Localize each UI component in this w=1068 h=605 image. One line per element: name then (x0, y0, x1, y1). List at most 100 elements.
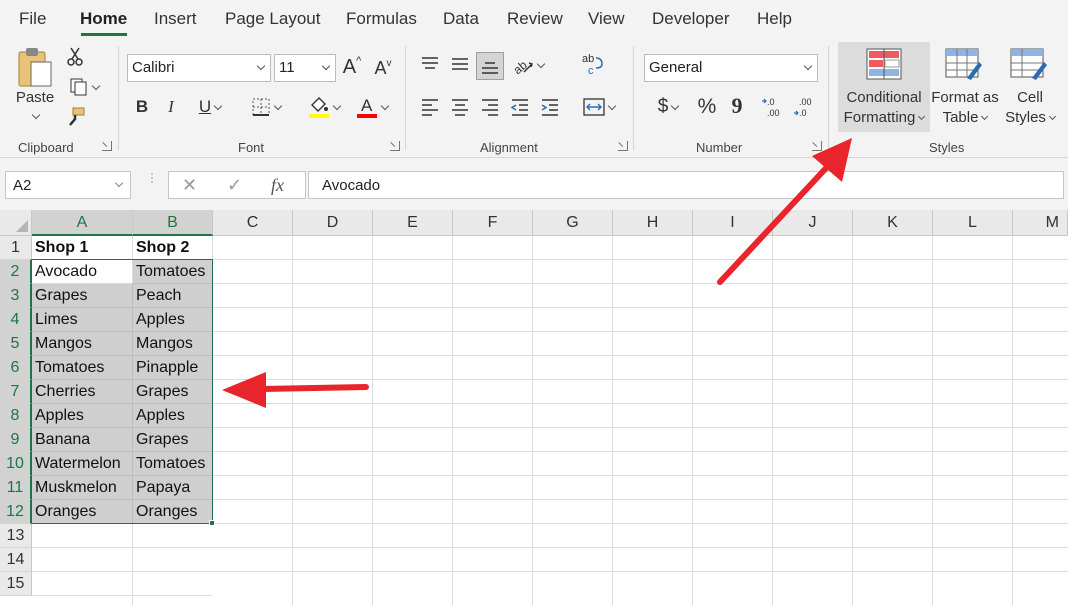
cell-b3[interactable]: Peach (133, 284, 213, 308)
format-painter-button[interactable] (64, 106, 86, 128)
increase-decimal-button[interactable]: .0.00 (760, 94, 786, 120)
row-header-8[interactable]: 8 (0, 404, 32, 428)
tab-view[interactable]: View (588, 9, 625, 29)
decrease-indent-button[interactable] (508, 94, 532, 120)
cell-a6[interactable]: Tomatoes (32, 356, 133, 380)
tab-home[interactable]: Home (80, 9, 127, 29)
row-header-13[interactable]: 13 (0, 524, 32, 548)
clipboard-launcher-icon[interactable] (102, 141, 112, 151)
top-align-button[interactable] (418, 52, 442, 76)
formula-input[interactable]: Avocado (308, 171, 1064, 199)
borders-button[interactable] (244, 94, 288, 120)
column-header-m[interactable]: M (1013, 210, 1068, 236)
conditional-formatting-button[interactable]: Conditional Formatting (838, 42, 930, 132)
cell-b11[interactable]: Papaya (133, 476, 213, 500)
row-header-4[interactable]: 4 (0, 308, 32, 332)
orientation-button[interactable]: ab (508, 52, 548, 78)
copy-button[interactable] (64, 76, 104, 98)
cell-a5[interactable]: Mangos (32, 332, 133, 356)
merge-center-button[interactable] (578, 94, 620, 120)
column-header-e[interactable]: E (373, 210, 453, 236)
row-header-14[interactable]: 14 (0, 548, 32, 572)
column-header-a[interactable]: A (32, 210, 133, 236)
cell-a11[interactable]: Muskmelon (32, 476, 133, 500)
cell-b12[interactable]: Oranges (133, 500, 213, 524)
font-launcher-icon[interactable] (390, 141, 400, 151)
column-header-b[interactable]: B (133, 210, 213, 236)
row-header-5[interactable]: 5 (0, 332, 32, 356)
column-header-l[interactable]: L (933, 210, 1013, 236)
column-header-c[interactable]: C (213, 210, 293, 236)
tab-formulas[interactable]: Formulas (346, 9, 417, 29)
row-header-11[interactable]: 11 (0, 476, 32, 500)
bottom-align-button[interactable] (476, 52, 504, 80)
tab-page-layout[interactable]: Page Layout (225, 9, 320, 29)
bold-button[interactable]: B (131, 94, 153, 120)
cell-styles-button[interactable]: Cell Styles (1000, 42, 1060, 132)
cell-a1[interactable]: Shop 1 (32, 236, 133, 260)
tab-insert[interactable]: Insert (154, 9, 197, 29)
cell-a2[interactable]: Avocado (32, 260, 133, 284)
row-header-10[interactable]: 10 (0, 452, 32, 476)
currency-button[interactable]: $ (648, 94, 688, 120)
cell-b8[interactable]: Apples (133, 404, 213, 428)
cell-a9[interactable]: Banana (32, 428, 133, 452)
row-header-6[interactable]: 6 (0, 356, 32, 380)
tab-file[interactable]: File (19, 9, 46, 29)
row-header-7[interactable]: 7 (0, 380, 32, 404)
cell-b4[interactable]: Apples (133, 308, 213, 332)
font-family-select[interactable]: Calibri (127, 54, 271, 82)
tab-developer[interactable]: Developer (652, 9, 730, 29)
cell-a8[interactable]: Apples (32, 404, 133, 428)
comma-style-button[interactable]: 9 (726, 92, 748, 120)
row-header-1[interactable]: 1 (0, 236, 32, 260)
cell-b5[interactable]: Mangos (133, 332, 213, 356)
cell-a7[interactable]: Cherries (32, 380, 133, 404)
tab-data[interactable]: Data (443, 9, 479, 29)
enter-icon[interactable]: ✓ (227, 175, 242, 196)
resize-handle-icon[interactable]: ⋮ (146, 172, 158, 192)
tab-review[interactable]: Review (507, 9, 563, 29)
decrease-font-button[interactable]: Av (372, 56, 394, 80)
underline-button[interactable]: U (190, 94, 230, 120)
cell-a10[interactable]: Watermelon (32, 452, 133, 476)
cell-b9[interactable]: Grapes (133, 428, 213, 452)
row-header-2[interactable]: 2 (0, 260, 32, 284)
number-format-select[interactable]: General (644, 54, 818, 82)
cancel-icon[interactable]: ✕ (182, 175, 197, 196)
column-header-k[interactable]: K (853, 210, 933, 236)
middle-align-button[interactable] (448, 52, 472, 76)
align-center-button[interactable] (448, 94, 472, 120)
column-header-f[interactable]: F (453, 210, 533, 236)
cell-b2[interactable]: Tomatoes (133, 260, 213, 284)
column-header-g[interactable]: G (533, 210, 613, 236)
row-header-9[interactable]: 9 (0, 428, 32, 452)
column-header-j[interactable]: J (773, 210, 853, 236)
column-header-d[interactable]: D (293, 210, 373, 236)
tab-help[interactable]: Help (757, 9, 792, 29)
select-all-button[interactable] (0, 210, 32, 236)
font-size-select[interactable]: 11 (274, 54, 336, 82)
wrap-text-button[interactable]: ab c (578, 50, 606, 78)
format-as-table-button[interactable]: Format as Table (931, 42, 999, 132)
row-header-3[interactable]: 3 (0, 284, 32, 308)
row-header-12[interactable]: 12 (0, 500, 32, 524)
align-right-button[interactable] (478, 94, 502, 120)
column-header-i[interactable]: I (693, 210, 773, 236)
increase-font-button[interactable]: A ^ (340, 54, 364, 80)
increase-indent-button[interactable] (538, 94, 562, 120)
paste-button[interactable]: Paste (12, 46, 58, 124)
cell-b6[interactable]: Pinapple (133, 356, 213, 380)
column-header-h[interactable]: H (613, 210, 693, 236)
cell-a12[interactable]: Oranges (32, 500, 133, 524)
cell-a4[interactable]: Limes (32, 308, 133, 332)
cell-b10[interactable]: Tomatoes (133, 452, 213, 476)
cell-b7[interactable]: Grapes (133, 380, 213, 404)
fill-color-button[interactable] (302, 94, 346, 120)
row-header-15[interactable]: 15 (0, 572, 32, 596)
alignment-launcher-icon[interactable] (618, 141, 628, 151)
italic-button[interactable]: I (160, 94, 182, 120)
insert-function-icon[interactable]: fx (271, 175, 284, 196)
name-box[interactable]: A2 (5, 171, 131, 199)
decrease-decimal-button[interactable]: .00.0 (792, 94, 818, 120)
